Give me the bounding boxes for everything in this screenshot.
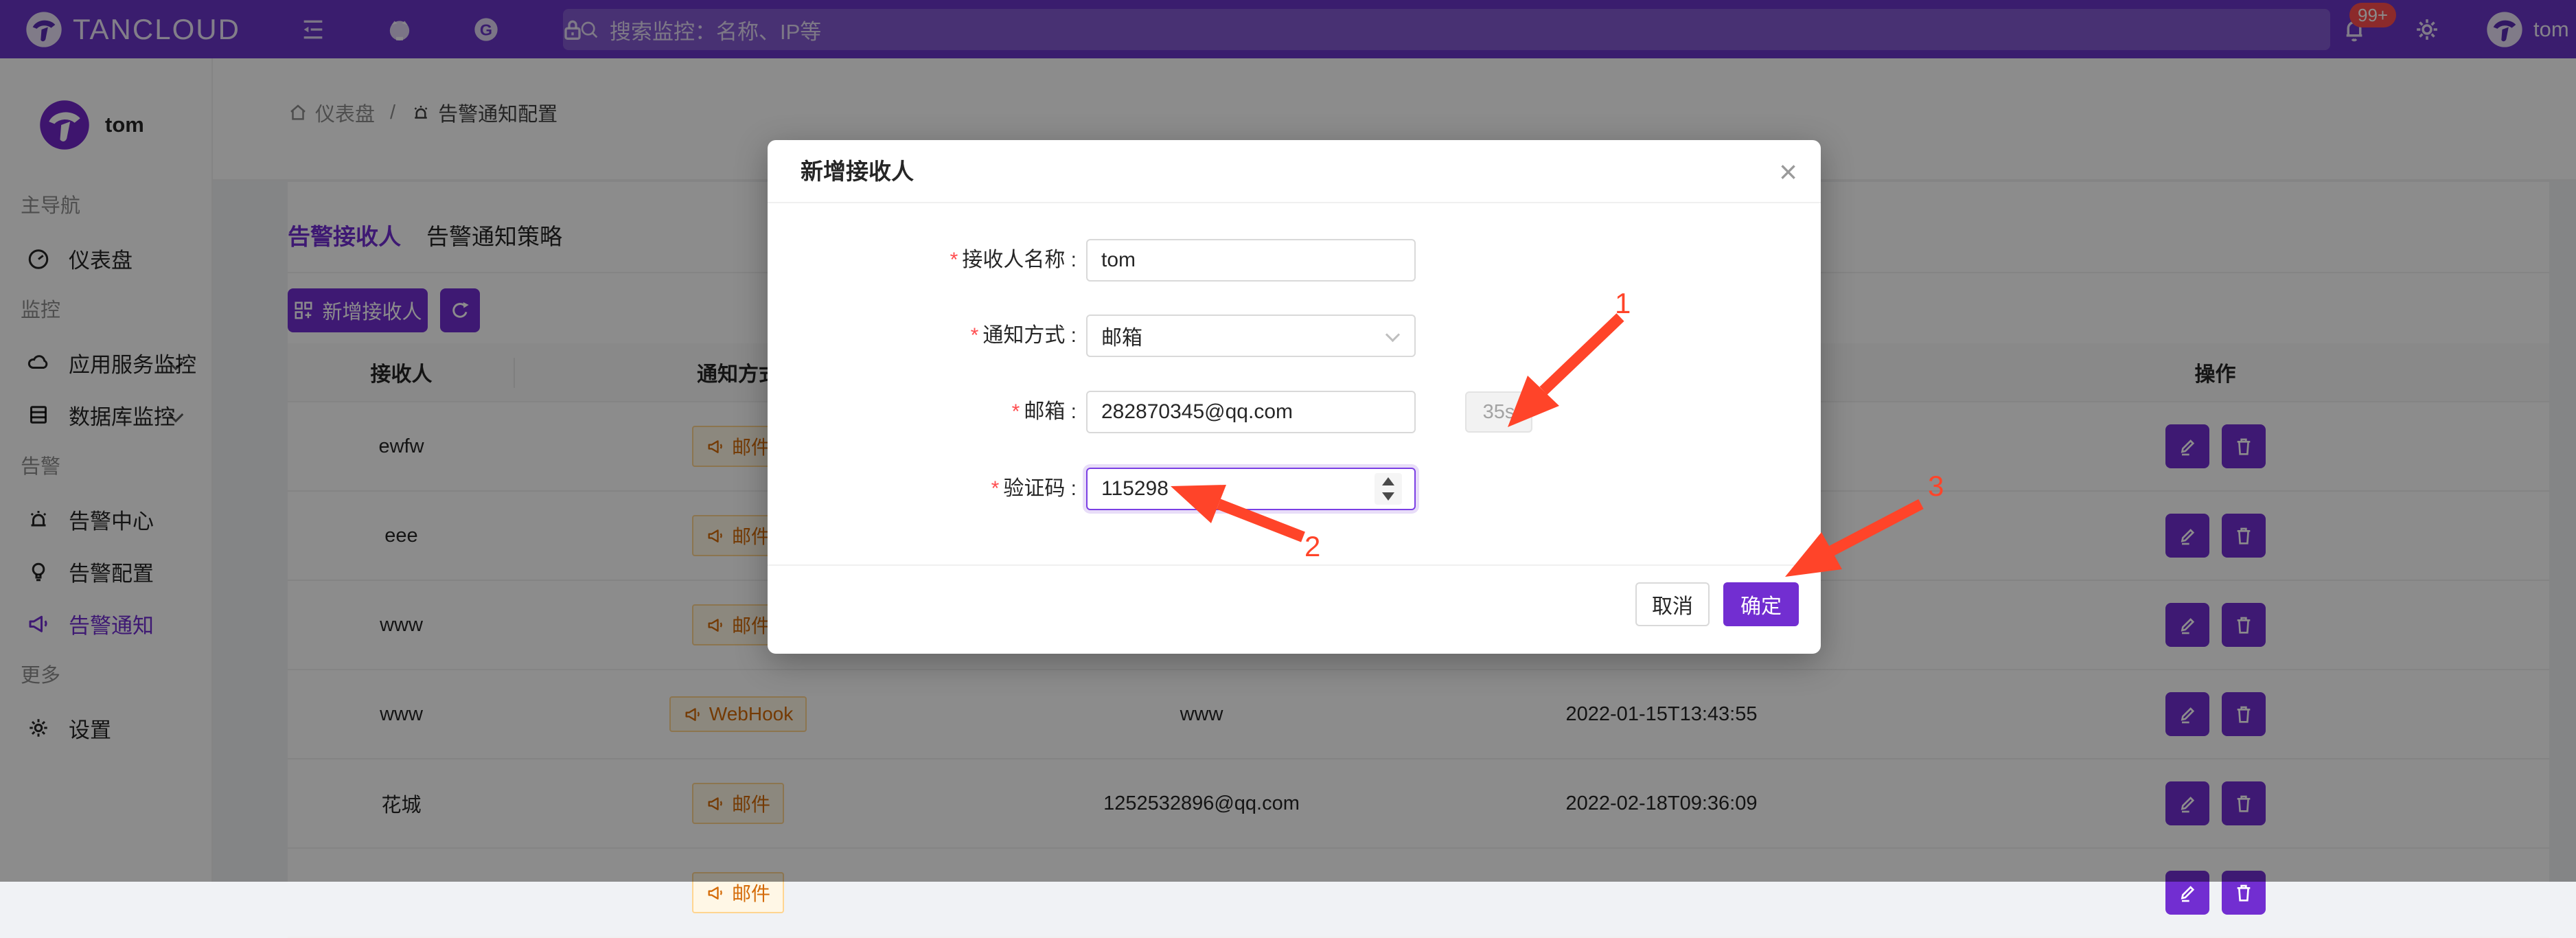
form-row-method: *通知方式 : 邮箱 — [768, 314, 1821, 357]
add-recipient-modal: 新增接收人 × *接收人名称 : *通知方式 : 邮箱 *邮箱 : 35s *验… — [768, 140, 1821, 654]
send-code-countdown-button[interactable]: 35s — [1465, 391, 1532, 433]
modal-title: 新增接收人 — [801, 140, 914, 203]
form-row-name: *接收人名称 : — [768, 239, 1821, 282]
modal-header: 新增接收人 × — [768, 140, 1821, 203]
email-input[interactable] — [1086, 391, 1416, 433]
modal-footer-divider — [768, 564, 1821, 566]
recipient-name-input[interactable] — [1086, 239, 1416, 282]
confirm-button[interactable]: 确定 — [1723, 582, 1799, 626]
close-icon[interactable]: × — [1779, 151, 1797, 192]
required-asterisk: * — [971, 324, 979, 347]
cancel-button[interactable]: 取消 — [1635, 582, 1710, 626]
selected-option: 邮箱 — [1101, 321, 1142, 351]
step-down-icon[interactable] — [1382, 492, 1394, 501]
verification-code-input[interactable] — [1086, 468, 1416, 510]
step-up-icon[interactable] — [1382, 477, 1394, 485]
annotation-label-1: 1 — [1615, 287, 1631, 320]
required-asterisk: * — [950, 249, 958, 271]
chevron-down-icon — [1385, 328, 1400, 342]
megaphone-icon — [706, 883, 725, 902]
form-row-code: *验证码 : — [768, 468, 1821, 510]
annotation-label-3: 3 — [1928, 470, 1944, 503]
trash-icon — [2233, 882, 2255, 904]
notify-method-select[interactable]: 邮箱 — [1086, 314, 1416, 357]
edit-pencil-icon — [2176, 882, 2198, 904]
required-asterisk: * — [991, 477, 1000, 500]
required-asterisk: * — [1012, 400, 1020, 423]
form-row-email: *邮箱 : 35s — [768, 391, 1821, 433]
number-stepper[interactable] — [1375, 473, 1402, 505]
annotation-label-2: 2 — [1304, 530, 1320, 563]
